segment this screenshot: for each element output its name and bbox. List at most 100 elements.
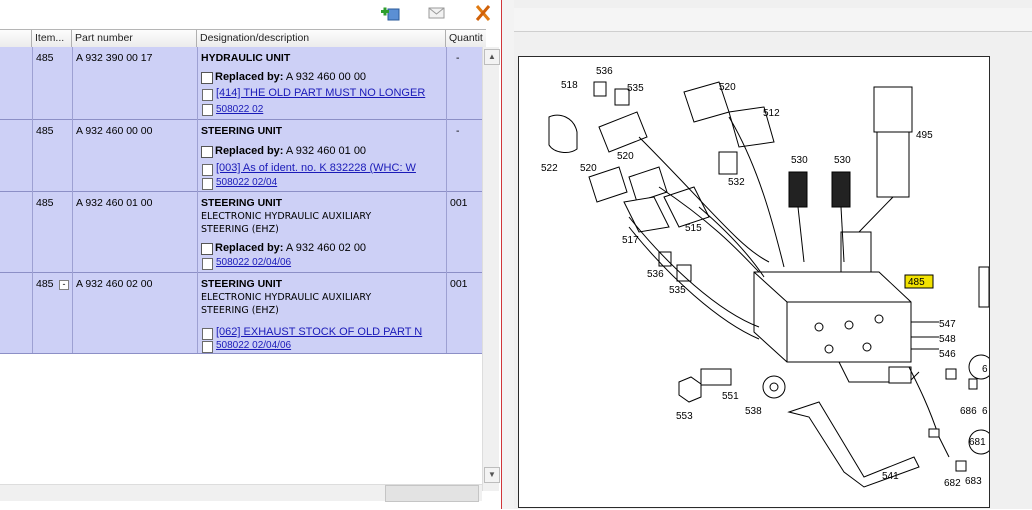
add-item-icon [381,7,400,21]
scroll-down-icon[interactable]: ▼ [484,467,500,483]
callout[interactable]: 520 [580,163,597,174]
tools-button[interactable] [470,2,496,24]
collapse-toggle[interactable]: - [59,280,69,290]
document-icon [202,89,213,101]
callout[interactable]: 495 [916,130,933,141]
document-icon [202,164,213,176]
callout[interactable]: 541 [882,471,899,482]
document-icon [202,341,213,353]
replacement-checkbox[interactable] [201,243,213,255]
part-number: A 932 460 00 00 [76,125,153,137]
designation-title: STEERING UNIT [201,197,283,209]
quantity: - [456,52,460,64]
callout[interactable]: 530 [791,155,808,166]
item-number: 485 [36,52,54,64]
document-icon [202,178,213,190]
exploded-diagram[interactable]: 536 518 535 520 512 495 522 520 520 532 … [518,56,994,508]
column-header-part-number[interactable]: Part number [72,30,197,47]
callout[interactable]: 682 [944,478,961,489]
document-icon [202,328,213,340]
column-separator [197,47,198,353]
callout[interactable]: 535 [627,83,644,94]
callout[interactable]: 530 [834,155,851,166]
callout[interactable]: 522 [541,163,558,174]
replaced-by-label: Replaced by: [215,71,284,83]
quantity: - [456,125,460,137]
replaced-by-value: A 932 460 02 00 [285,242,367,254]
callout[interactable]: 518 [561,80,578,91]
quantity: 001 [450,197,468,209]
callout[interactable]: 536 [596,66,613,77]
mail-button[interactable] [424,2,450,24]
reference-link[interactable]: 508022 02 [216,104,263,115]
callout[interactable]: 538 [745,406,762,417]
reference-link[interactable]: 508022 02/04/06 [216,340,291,351]
pane-splitter[interactable] [501,0,515,509]
note-link[interactable]: [414] THE OLD PART MUST NO LONGER [216,87,425,99]
callout[interactable]: 553 [676,411,693,422]
add-to-cart-button[interactable] [378,2,404,24]
item-number: 485 [36,125,54,137]
quantity: 001 [450,278,468,290]
part-number: A 932 390 00 17 [76,52,153,64]
callout[interactable]: 520 [719,82,736,93]
column-separator [72,47,73,353]
document-icon [202,258,213,270]
callout[interactable]: 517 [622,235,639,246]
replaced-by-line: Replaced by: A 932 460 01 00 [215,145,366,157]
item-number: 485 [36,197,54,209]
callout[interactable]: 6 [982,406,988,417]
designation-title: HYDRAULIC UNIT [201,52,291,64]
vertical-scrollbar[interactable]: ▲ ▼ [482,47,500,491]
callout[interactable]: 681 [969,437,986,448]
column-header-description[interactable]: Designation/description [197,30,446,47]
replaced-by-value: A 932 460 01 00 [285,145,367,157]
callout[interactable]: 6 [982,364,988,375]
column-header-quantity[interactable]: Quantit [446,30,486,47]
callout[interactable]: 536 [647,269,664,280]
reference-link[interactable]: 508022 02/04/06 [216,257,291,268]
note-link[interactable]: [062] EXHAUST STOCK OF OLD PART N [216,326,422,338]
column-separator [32,47,33,353]
designation-title: STEERING UNIT [201,125,283,137]
toolbar [0,0,500,29]
replacement-checkbox[interactable] [201,146,213,158]
callout[interactable]: 546 [939,349,956,360]
replacement-checkbox[interactable] [201,72,213,84]
horizontal-scroll-thumb[interactable] [385,485,479,502]
replaced-by-label: Replaced by: [215,145,284,157]
callout[interactable]: 683 [965,476,982,487]
header-spacer [0,30,32,47]
horizontal-scrollbar[interactable] [0,484,482,502]
part-number: A 932 460 01 00 [76,197,153,209]
tools-icon [475,5,491,21]
column-separator [446,47,447,353]
callout[interactable]: 520 [617,151,634,162]
diagram-pane: 536 518 535 520 512 495 522 520 520 532 … [514,0,1032,509]
callout[interactable]: 686 [960,406,977,417]
replaced-by-line: Replaced by: A 932 460 00 00 [215,71,366,83]
replaced-by-line: Replaced by: A 932 460 02 00 [215,242,366,254]
designation-subtitle: STEERING (EHZ) [201,305,279,316]
designation-subtitle: ELECTRONIC HYDRAULIC AUXILIARY [201,211,372,222]
callout[interactable]: 515 [685,223,702,234]
note-link[interactable]: [003] As of ident. no. K 832228 (WHC: W [216,162,416,174]
callout[interactable]: 535 [669,285,686,296]
reference-link[interactable]: 508022 02/04 [216,177,277,188]
callout[interactable]: 532 [728,177,745,188]
callout[interactable]: 512 [763,108,780,119]
designation-subtitle: ELECTRONIC HYDRAULIC AUXILIARY [201,292,372,303]
callout[interactable]: 547 [939,319,956,330]
item-number: 485 [36,278,54,290]
replaced-by-label: Replaced by: [215,242,284,254]
callout[interactable]: 548 [939,334,956,345]
column-header-item[interactable]: Item... [32,30,72,47]
grid-header: Item... Part number Designation/descript… [0,29,486,48]
scroll-up-icon[interactable]: ▲ [484,49,500,65]
diagram-toolbar [514,8,1032,32]
replaced-by-value: A 932 460 00 00 [285,71,367,83]
envelope-icon [428,7,445,19]
callout-highlighted[interactable]: 485 [908,277,925,288]
document-icon [202,104,213,116]
callout[interactable]: 551 [722,391,739,402]
